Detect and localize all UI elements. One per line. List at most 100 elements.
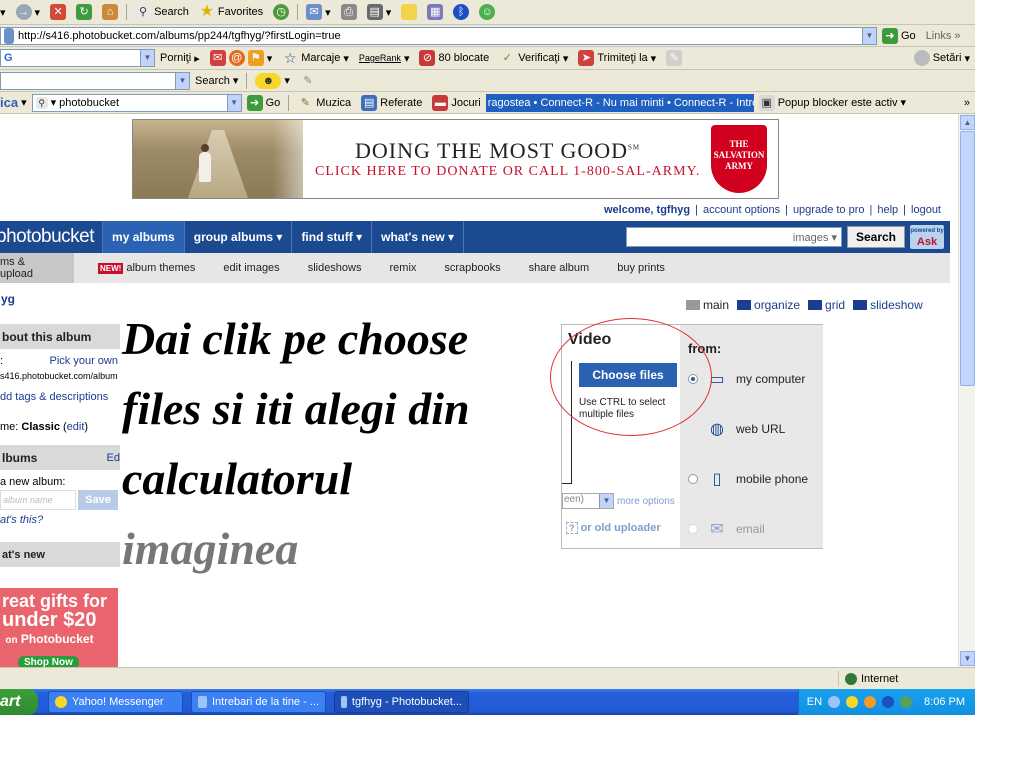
favorites-button[interactable]: ★ Favorites [194, 4, 268, 20]
toolbar-search-button[interactable]: Search ▾ [190, 74, 243, 88]
upgrade-link[interactable]: upgrade to pro [793, 204, 865, 216]
view-main[interactable]: main [686, 298, 729, 312]
subnav-share-album[interactable]: share album [515, 262, 604, 274]
view-grid[interactable]: grid [808, 298, 845, 312]
tab-whats-new[interactable]: what's new ▾ [371, 221, 465, 253]
mail-button[interactable]: ✉ ▾ [301, 4, 336, 20]
referate-link[interactable]: ▤ Referate [356, 94, 427, 111]
trimiteti-button[interactable]: ➤ Trimiteţi la ▾ [573, 50, 661, 66]
address-input[interactable]: http://s416.photobucket.com/albums/pp244… [0, 26, 877, 45]
home-button[interactable]: ⌂ [97, 4, 123, 20]
subnav-remix[interactable]: remix [376, 262, 431, 274]
muzica-link[interactable]: ✎ Muzica [292, 95, 356, 111]
view-slideshow[interactable]: slideshow [853, 298, 923, 312]
links-go-button[interactable]: ➜ Go [242, 94, 286, 111]
popup-blocked-button[interactable]: ⊘ 80 blocate [414, 50, 494, 66]
subnav-albums-upload[interactable]: ms & upload [0, 253, 74, 283]
google-icons[interactable]: ✉ @ ⚑ ▾ [205, 50, 278, 66]
google-search-input[interactable]: G ▼ [0, 49, 155, 67]
scroll-down-button[interactable]: ▼ [960, 651, 975, 666]
tab-find-stuff[interactable]: find stuff ▾ [291, 221, 371, 253]
popup-blocker-status[interactable]: ▣ Popup blocker este activ ▾ [754, 94, 911, 111]
go-button[interactable]: ➜ Go [877, 27, 921, 44]
highlighter-button[interactable]: ✎ [661, 50, 687, 66]
start-button[interactable]: art [0, 689, 38, 715]
print-button[interactable]: ⎙ [336, 4, 362, 20]
toolbar-overflow[interactable]: » [959, 97, 975, 109]
tray-messenger-icon[interactable] [846, 696, 859, 708]
verificati-button[interactable]: ✓ Verificaţi ▾ [494, 50, 573, 66]
jocuri-link[interactable]: ▬ Jocuri [427, 94, 485, 111]
links-button[interactable]: Links » [921, 30, 966, 42]
setari-button[interactable]: Setări ▾ [909, 50, 975, 66]
account-options-link[interactable]: account options [703, 204, 780, 216]
salvation-army-banner[interactable]: Doing the most goodSM Click here to dona… [132, 119, 779, 199]
theme-edit-link[interactable]: edit [67, 421, 85, 433]
source-web-url[interactable]: ◍ web URL [688, 419, 785, 439]
pen-button[interactable]: ✎ [295, 73, 321, 89]
refresh-button[interactable]: ↻ [71, 4, 97, 20]
links-toolbar-left[interactable]: ica ▾ [0, 95, 32, 110]
history-button[interactable]: ◷ [268, 4, 294, 20]
source-email[interactable]: ✉ email [688, 519, 765, 539]
album-name-input[interactable]: album name [0, 490, 76, 510]
site-search-button[interactable]: Search [846, 226, 905, 248]
tray-network-icon[interactable] [900, 696, 913, 708]
album-url[interactable]: s416.photobucket.com/album [0, 367, 120, 381]
address-dropdown[interactable]: ▼ [862, 27, 876, 44]
task-intrebari[interactable]: Intrebari de la tine - ... [191, 691, 326, 713]
tray-bluetooth-icon[interactable] [882, 696, 895, 708]
toolbar-search-input[interactable]: ▼ [0, 71, 190, 90]
tab-group-albums[interactable]: group albums ▾ [183, 221, 292, 253]
tab-my-albums[interactable]: my albums [102, 221, 184, 253]
scroll-thumb[interactable] [960, 131, 975, 386]
notes-button[interactable] [396, 4, 422, 20]
subnav-slideshows[interactable]: slideshows [294, 262, 376, 274]
stop-button[interactable]: ✕ [45, 4, 71, 20]
save-album-button[interactable]: Save [78, 490, 118, 510]
whats-this-link[interactable]: at's this? [0, 510, 120, 526]
edit-button[interactable]: ▤ ▾ [362, 4, 397, 20]
old-uploader-link[interactable]: ? or old uploader [566, 522, 661, 534]
more-options-link[interactable]: more options [617, 496, 675, 507]
photobucket-logo[interactable]: photobucket [0, 226, 102, 248]
radio-email[interactable] [688, 524, 698, 534]
help-link[interactable]: help [877, 204, 898, 216]
links-search-input[interactable]: ⚲ ▾ photobucket ▼ [31, 93, 242, 112]
albums-edit-link[interactable]: Ed [107, 452, 120, 464]
subnav-scrapbooks[interactable]: scrapbooks [430, 262, 514, 274]
toolbar-search-dropdown[interactable]: ▼ [175, 72, 189, 89]
links-search-dropdown[interactable]: ▼ [226, 94, 241, 111]
scroll-up-button[interactable]: ▲ [960, 115, 975, 130]
pick-your-own-link[interactable]: Pick your own [50, 355, 118, 367]
subnav-album-themes[interactable]: NEW! album themes [84, 262, 209, 274]
gifts-promo[interactable]: reat gifts for under $20 on Photobucket … [0, 588, 118, 667]
porniti-button[interactable]: Porniţi ▸ [155, 52, 205, 65]
research-button[interactable]: ▦ [422, 4, 448, 20]
messenger-button[interactable]: ☺ [474, 4, 500, 20]
tray-back-icon[interactable] [828, 696, 841, 708]
size-select[interactable]: een) ▼ [562, 493, 614, 509]
subnav-edit-images[interactable]: edit images [209, 262, 293, 274]
shop-now-button[interactable]: Shop Now [18, 656, 79, 667]
search-scope-select[interactable]: images ▾ [793, 231, 837, 244]
logout-link[interactable]: logout [911, 204, 941, 216]
task-yahoo-messenger[interactable]: Yahoo! Messenger [48, 691, 183, 713]
radio-ticker[interactable]: ragostea • Connect-R - Nu mai minti • Co… [485, 93, 754, 112]
back-arrow-dropdown[interactable]: ▾ [0, 6, 11, 19]
language-indicator[interactable]: EN [807, 696, 822, 708]
tray-smiley-icon[interactable] [864, 696, 877, 708]
google-dropdown[interactable]: ▼ [140, 50, 154, 66]
marcaje-button[interactable]: ☆ Marcaje ▾ [277, 50, 354, 66]
task-photobucket[interactable]: tgfhyg - Photobucket... [334, 691, 469, 713]
search-button[interactable]: ⚲ Search [130, 4, 194, 20]
source-mobile-phone[interactable]: ▯ mobile phone [688, 469, 808, 489]
bluetooth-button[interactable]: ᛒ [448, 4, 474, 20]
radio-mobile-phone[interactable] [688, 474, 698, 484]
site-search-input[interactable]: images ▾ [625, 227, 842, 247]
view-organize[interactable]: organize [737, 298, 800, 312]
smiley-button[interactable]: ☻ ▾ [250, 72, 295, 89]
subnav-buy-prints[interactable]: buy prints [603, 262, 679, 274]
vertical-scrollbar[interactable]: ▲ ▼ [958, 114, 975, 667]
add-tags-link[interactable]: dd tags & descriptions [0, 381, 120, 403]
